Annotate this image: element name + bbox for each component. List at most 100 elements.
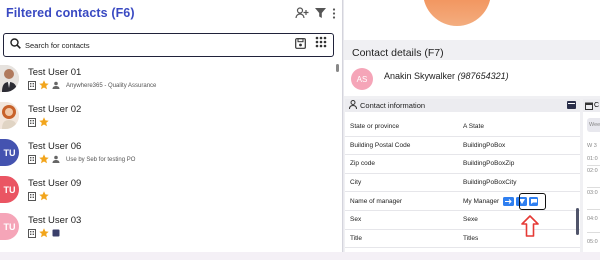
avatar: TU [0,213,19,240]
field-value: BuildingPoBox [463,141,506,149]
field-label: State or province [350,123,400,131]
avatar [0,65,19,92]
star-icon [39,117,49,129]
contact-name: Test User 01 [28,67,82,78]
highlight-box [519,193,546,210]
search-box [3,33,334,57]
search-icon [10,36,21,54]
dialpad-icon[interactable] [315,36,327,54]
divider [587,165,600,166]
contact-information-section: Contact information State or province A … [345,99,580,260]
table-row: Sex Sexe [345,211,580,230]
arrow-right-icon [505,198,512,204]
contact-meta [28,117,49,129]
table-row: Title Titles [345,230,580,249]
contact-meta [28,228,60,240]
contact-list-scrollbar[interactable] [336,64,339,72]
field-table: State or province A State Building Posta… [345,118,580,249]
table-row: Building Postal Code BuildingPoBox [345,137,580,156]
contact-details-title: Contact details (F7) [352,47,444,59]
list-item[interactable]: TU Test User 03 [0,211,342,248]
field-label: Name of manager [350,197,403,205]
star-icon [39,80,49,92]
section-header: Contact information [345,99,580,112]
calendar-icon [585,97,593,115]
panel-header: Filtered contacts (F6) [0,0,342,26]
star-icon [39,228,49,240]
avatar: TU [0,139,19,166]
panel-title-text: Filtered contacts [6,6,108,20]
filtered-contacts-panel: Filtered contacts (F6) Search for contac… [0,0,343,260]
field-label: Sex [350,216,362,224]
card-icon[interactable] [567,100,576,111]
building-icon [28,191,36,203]
building-icon [28,228,36,240]
table-row: City BuildingPoBoxCity [345,174,580,193]
field-value: BuildingPoBoxZip [463,160,515,168]
calendar-column: C Wee W 3 01:0 02:0 03:0 04:0 05:0 [583,99,600,260]
contact-summary: Anakin Skywalker (987654321) [384,71,509,81]
field-value: BuildingPoBoxCity [463,179,517,187]
calendar-header: C [583,99,600,112]
field-label: City [350,179,362,187]
field-label: Title [350,234,363,242]
more-vert-icon[interactable] [332,7,336,19]
list-item[interactable]: Test User 01 Anywhere365 - Quality Assur… [0,63,342,100]
field-value: Titles [463,234,479,242]
add-person-icon[interactable] [295,7,309,19]
header-actions [295,7,336,19]
divider [587,232,600,233]
person-icon [349,100,357,111]
avatar: TU [0,176,19,203]
contact-note: Use by Seb for testing PO [66,157,136,163]
annotation-up-arrow-icon [521,215,539,237]
time-label: 05:0 [587,239,598,245]
panel-shortcut: (F6) [111,6,135,20]
divider [587,209,600,210]
building-icon [28,117,36,129]
field-label: Zip code [350,160,375,168]
time-label: 04:0 [587,216,598,222]
avatar [0,102,19,129]
building-icon [28,80,36,92]
navigate-manager-button[interactable] [503,196,515,206]
contact-phone: (987654321) [457,71,509,81]
panel-title: Filtered contacts (F6) [6,6,295,20]
list-item[interactable]: TU Test User 06 Use by Seb for testing P… [0,137,342,174]
contact-name: Test User 03 [28,215,82,226]
search-actions [295,36,327,54]
contact-name: Test User 09 [28,178,82,189]
details-scrollbar[interactable] [576,208,579,235]
contact-meta [28,191,49,203]
list-item[interactable]: Test User 02 [0,100,342,137]
person-badge-icon [52,81,60,91]
divider [587,187,600,188]
contact-note: Anywhere365 - Quality Assurance [66,83,157,89]
contact-meta: Use by Seb for testing PO [28,154,135,166]
bottom-strip [0,252,600,260]
star-icon [39,191,49,203]
time-label: W 3 [587,143,597,149]
contact-name: Test User 02 [28,104,82,115]
field-value: A State [463,123,484,131]
notes-icon [52,229,60,239]
table-row: State or province A State [345,118,580,137]
time-label: 01:0 [587,156,598,162]
star-icon [39,154,49,166]
save-search-icon[interactable] [295,36,306,54]
contact-full-name: Anakin Skywalker [384,71,456,81]
time-label: 02:0 [587,168,598,174]
filter-icon[interactable] [315,8,326,18]
field-value: Sexe [463,216,478,224]
avatar: AS [351,68,373,90]
list-item[interactable]: TU Test User 09 [0,174,342,211]
field-label: Building Postal Code [350,141,411,149]
calendar-field[interactable]: Wee [587,118,600,132]
contact-meta: Anywhere365 - Quality Assurance [28,80,156,92]
building-icon [28,154,36,166]
contact-name: Test User 06 [28,141,82,152]
time-label: 03:0 [587,190,598,196]
person-badge-icon [52,155,60,165]
app-window: Filtered contacts (F6) Search for contac… [0,0,600,260]
search-input[interactable] [25,40,295,50]
